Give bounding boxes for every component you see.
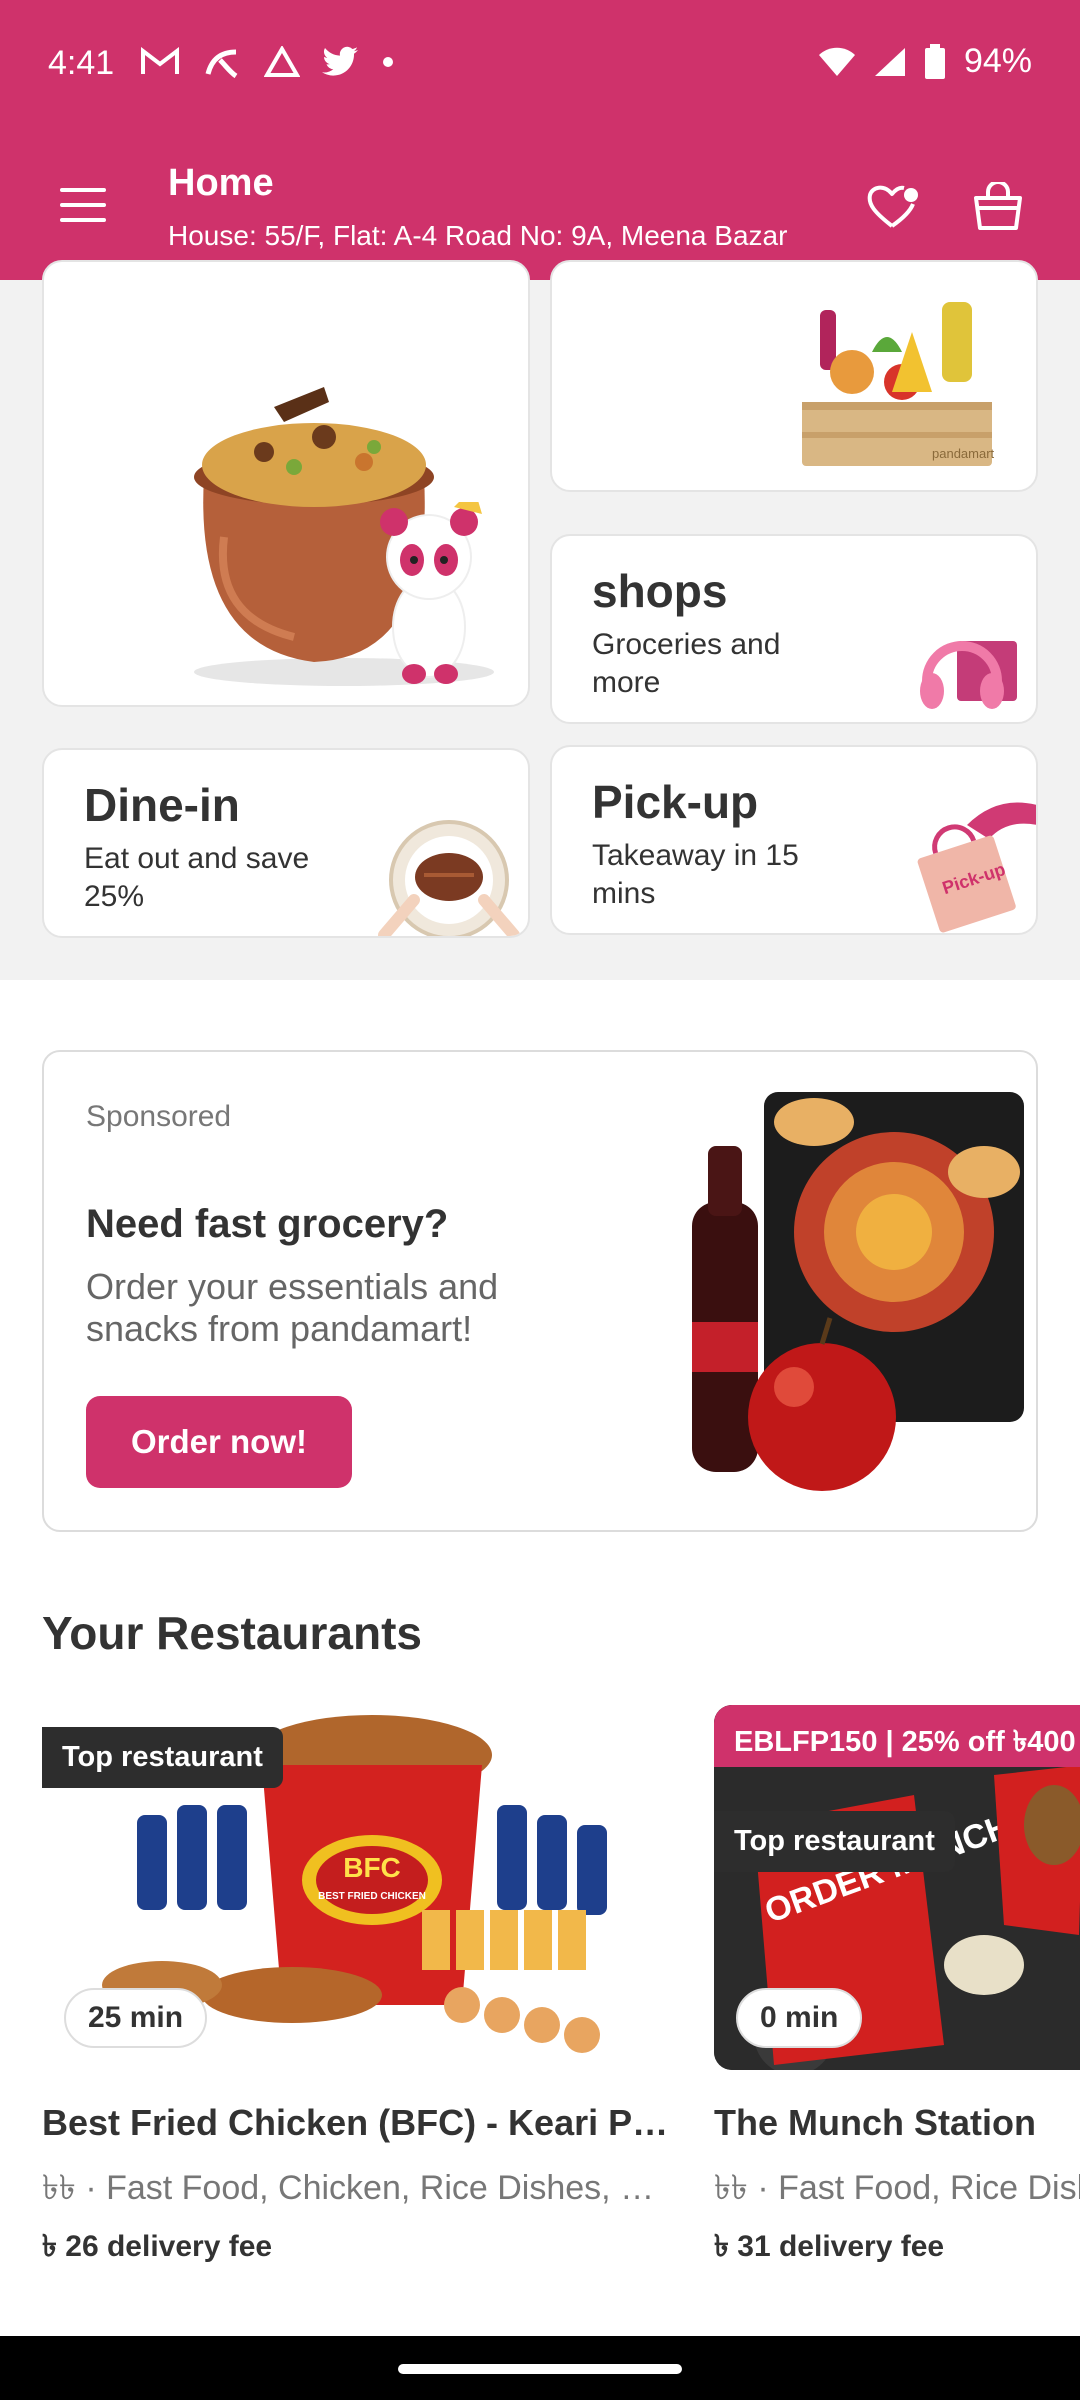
headphones-image	[920, 641, 1017, 709]
delivery-fee: ৳ 26 delivery fee	[42, 2230, 273, 2263]
dine-in-title: Dine-in	[84, 779, 240, 831]
bfc-logo-text: BFC	[343, 1852, 401, 1883]
pickup-bag-image: Pick-up	[917, 802, 1036, 933]
steak-plate-image	[378, 820, 520, 936]
pandamart-tile[interactable]: pandamart	[550, 260, 1038, 492]
signal-icon	[874, 47, 905, 76]
ad-subtitle: Order your essentials and snacks from pa…	[86, 1266, 499, 1349]
restaurant-name: The Munch Station	[714, 2102, 1036, 2143]
promo-banner: EBLFP150 | 25% off ৳400	[714, 1705, 1080, 1767]
shops-tile[interactable]: shops Groceries and more	[550, 534, 1038, 724]
snacks-image	[692, 1092, 1024, 1491]
favourites-icon[interactable]	[866, 182, 922, 232]
status-time: 4:41	[48, 44, 115, 82]
grocery-crate-image: pandamart	[802, 302, 995, 466]
gmail-icon	[141, 47, 179, 74]
pick-up-title: Pick-up	[592, 776, 759, 828]
bfc-logo-subtext: BEST FRIED CHICKEN	[318, 1891, 426, 1902]
shops-subtitle: Groceries and more	[592, 628, 781, 699]
drive-icon	[264, 46, 300, 77]
panda-mascot	[380, 502, 482, 684]
cart-icon[interactable]	[972, 182, 1024, 232]
top-restaurant-badge: Top restaurant	[714, 1811, 955, 1872]
delivery-fee: ৳ 31 delivery fee	[714, 2230, 945, 2263]
delivery-time-pill: 0 min	[736, 1988, 863, 2048]
wifi-icon	[818, 47, 855, 76]
restaurant-image: BFC BEST FRIED CHICKEN Top restaurant 25…	[42, 1705, 672, 2070]
menu-icon[interactable]	[60, 188, 106, 222]
restaurant-cuisine: ৳৳ · Fast Food, Chicken, Rice Dishes, Bu…	[42, 2169, 672, 2207]
status-bar: 4:41 94%	[0, 0, 1080, 130]
home-gesture-handle[interactable]	[398, 2364, 682, 2374]
pick-up-tile[interactable]: Pick-up Takeaway in 15 mins Pick-up	[550, 745, 1038, 935]
top-restaurant-badge: Top restaurant	[42, 1727, 283, 1788]
pick-up-subtitle: Takeaway in 15 mins	[592, 839, 799, 910]
location-title[interactable]: Home	[168, 162, 274, 205]
dot-icon	[383, 57, 393, 67]
twitter-icon	[322, 46, 358, 76]
restaurant-image: ORDER MUNCH SIP EBLFP150 | 25% off ৳400 …	[714, 1705, 1080, 2070]
food-delivery-tile[interactable]	[42, 260, 530, 707]
service-tiles: pandamart shops Groceries and more Dine-…	[0, 260, 1080, 980]
battery-icon	[924, 43, 945, 79]
order-now-button[interactable]: Order now!	[86, 1396, 352, 1488]
app-header: Home House: 55/F, Flat: A-4 Road No: 9A,…	[0, 130, 1080, 280]
delivery-time-pill: 25 min	[64, 1988, 208, 2048]
system-nav-bar	[0, 2336, 1080, 2400]
battery-percent: 94%	[963, 42, 1032, 80]
delivery-address[interactable]: House: 55/F, Flat: A-4 Road No: 9A, Meen…	[168, 220, 838, 252]
dine-in-tile[interactable]: Dine-in Eat out and save 25%	[42, 748, 530, 938]
telenor-icon	[205, 49, 238, 79]
restaurant-name: Best Fried Chicken (BFC) - Keari Plaza	[42, 2102, 672, 2143]
restaurant-cuisine: ৳৳ · Fast Food, Rice Dishes	[714, 2169, 1080, 2207]
restaurant-card[interactable]: ORDER MUNCH SIP EBLFP150 | 25% off ৳400 …	[714, 1705, 1080, 2265]
shops-title: shops	[592, 565, 728, 617]
dine-in-subtitle: Eat out and save 25%	[84, 842, 310, 913]
your-restaurants-heading: Your Restaurants	[42, 1607, 423, 1659]
sponsored-banner[interactable]: Sponsored Need fast grocery? Order your …	[42, 1050, 1038, 1532]
pandamart-crate-label: pandamart	[932, 446, 995, 461]
sponsored-label: Sponsored	[86, 1100, 232, 1133]
ad-title: Need fast grocery?	[86, 1202, 449, 1246]
